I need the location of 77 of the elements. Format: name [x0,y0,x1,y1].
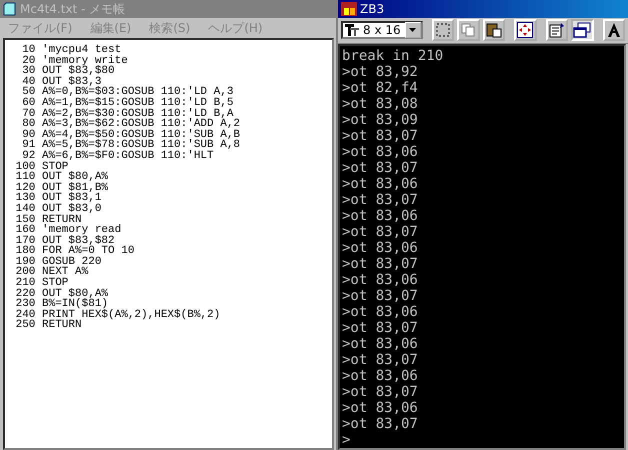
copy-icon [461,23,476,38]
letter-a-icon [606,22,622,38]
console-line: >ot 83,07 [342,352,419,368]
console-line: >ot 83,07 [342,192,419,208]
notepad-icon [3,2,17,16]
code-line: 170 OUT $83,$82 [14,236,116,246]
console-line: >ot 83,07 [342,320,419,336]
caret-icon [409,28,416,32]
code-line: 240 PRINT HEX$(A%,2),HEX$(B%,2) [14,310,222,320]
console-line: >ot 83,07 [342,288,419,304]
console-line: >ot 83,09 [342,112,419,128]
properties-icon [548,22,565,38]
menu-item[interactable]: ヘルプ(H) [208,20,263,36]
console-line: >ot 83,07 [342,160,419,176]
code-line: 60 A%=1,B%=$15:GOSUB 110:'LD B,5 [21,98,234,109]
code-line: 10 'mycpu4 test [21,45,122,56]
code-line: 70 A%=2,B%=$30:GOSUB 110:'LD B,A [21,108,234,120]
code-line: 100 STOP [14,162,68,172]
code-line: 140 OUT $83,0 [14,204,102,214]
code-line: 160 'memory read [14,225,122,236]
window-title: Mc4t4.txt - メモ帳 [20,0,126,18]
console-line: >ot 82,f4 [342,80,419,96]
code-line: 210 STOP [14,278,68,289]
code-line: 190 GOSUB 220 [14,256,102,268]
console-line: >ot 83,06 [342,272,419,288]
console-line: >ot 83,08 [342,96,419,112]
font-size-dropdown[interactable]: 8 x 16 [341,21,423,40]
code-line: 40 OUT $83,3 [21,76,102,88]
window-title: ZB3 [360,2,384,16]
code-line: 20 'memory write [21,56,129,66]
code-line: 110 OUT $80,A% [14,172,110,183]
console-line: >ot 83,06 [342,304,419,320]
code-line: 230 B%=IN($81) [14,299,108,310]
code-line: 130 OUT $83,1 [14,193,102,204]
truetype-icon [345,24,359,36]
code-line: 30 OUT $83,$80 [21,66,116,77]
console-line: >ot 83,06 [342,336,419,352]
dashed-rectangle-icon [436,23,450,38]
code-line: 91 A%=5,B%=$78:GOSUB 110:'SUB A,8 [21,140,242,151]
code-line: 50 A%=0,B%=$03:GOSUB 110:'LD A,3 [21,87,234,98]
menu-item[interactable]: 編集(E) [90,20,132,36]
console-line: >ot 83,06 [342,176,419,192]
toolbar-button[interactable] [602,19,626,42]
console-line: >ot 83,07 [342,224,419,240]
console-line: >ot 83,06 [342,144,419,160]
toolbar-button[interactable] [514,19,537,42]
toolbar-button[interactable] [571,19,594,42]
console-line: >ot 83,06 [342,208,419,224]
code-line: 180 FOR A%=0 TO 10 [14,246,136,257]
text-editor[interactable] [3,38,334,450]
toolbar-button[interactable] [482,19,506,42]
console-line: >ot 83,06 [342,240,419,256]
code-line: 90 A%=4,B%=$50:GOSUB 110:'SUB A,B [21,130,242,140]
console-line: >ot 83,06 [342,368,419,384]
code-line: 120 OUT $81,B% [14,182,110,194]
code-line: 92 A%=6,B%=$F0:GOSUB 110:'HLT [22,150,215,162]
paste-icon [486,22,502,38]
windows-icon [573,22,592,38]
console-line: >ot 83,06 [342,400,419,416]
console-line: >ot 83,92 [342,64,419,80]
code-line: 220 OUT $80,A% [14,288,110,300]
menu-item[interactable]: 検索(S) [149,20,190,36]
code-line: 150 RETURN [14,214,82,226]
toolbar-button[interactable] [546,19,568,42]
console-line: >ot 83,07 [342,384,419,400]
console-line: > [342,432,352,448]
toolbar-button[interactable] [432,19,454,42]
console-line: >ot 83,07 [342,256,419,272]
console-line: >ot 83,07 [342,416,419,432]
console-line: break in 210 [342,48,444,64]
four-arrows-icon [517,22,534,38]
code-line: 80 A%=3,B%=$62:GOSUB 110:'ADD A,2 [21,119,242,130]
code-line: 200 NEXT A% [14,267,90,278]
app-logo-icon [341,2,357,16]
console-line: >ot 83,07 [342,128,419,144]
menu-item[interactable]: ファイル(F) [8,20,72,36]
code-line: 250 RETURN [14,320,82,332]
